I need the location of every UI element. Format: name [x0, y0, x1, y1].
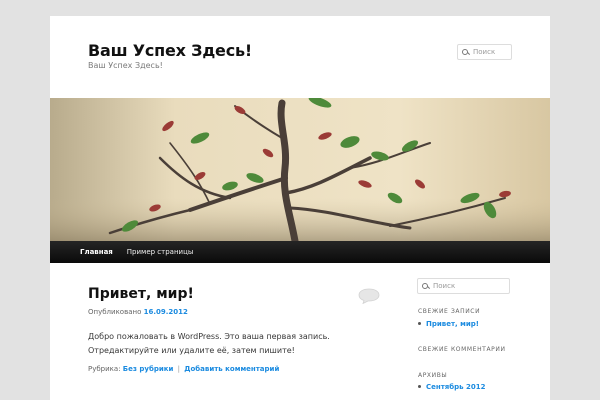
published-label: Опубликовано	[88, 308, 142, 316]
search-icon	[462, 48, 469, 56]
post-date-link[interactable]: 16.09.2012	[144, 308, 188, 316]
recent-post-label: Привет, мир!	[426, 320, 479, 328]
header-search-placeholder: Поиск	[473, 48, 496, 56]
nav-item-sample-page[interactable]: Пример страницы	[127, 248, 194, 256]
archive-link[interactable]: Сентябрь 2012	[418, 383, 486, 391]
header-search-input[interactable]: Поиск	[457, 44, 512, 60]
search-icon	[422, 282, 429, 290]
page-container: Ваш Успех Здесь! Ваш Успех Здесь! Поиск	[50, 16, 550, 400]
archive-label: Сентябрь 2012	[426, 383, 486, 391]
site-description: Ваш Успех Здесь!	[88, 61, 163, 70]
post-content: Добро пожаловать в WordPress. Это ваша п…	[88, 332, 330, 355]
bonsai-image	[50, 98, 550, 241]
bullet-icon	[418, 321, 421, 325]
archives-title: АРХИВЫ	[418, 372, 448, 379]
footer-separator: |	[177, 365, 181, 373]
post-meta: Опубликовано 16.09.2012	[88, 308, 188, 316]
sidebar-search-placeholder: Поиск	[433, 282, 456, 290]
main-nav: Главная Пример страницы	[50, 241, 550, 263]
header-banner-image[interactable]	[50, 98, 550, 241]
category-link[interactable]: Без рубрики	[123, 365, 174, 373]
site-title[interactable]: Ваш Успех Здесь!	[88, 41, 252, 60]
add-comment-link[interactable]: Добавить комментарий	[184, 365, 279, 373]
rubric-label: Рубрика:	[88, 365, 121, 373]
speech-bubble-icon[interactable]	[358, 288, 380, 304]
recent-comments-title: СВЕЖИЕ КОММЕНТАРИИ	[418, 346, 506, 353]
sidebar-search-input[interactable]: Поиск	[417, 278, 510, 294]
recent-posts-title: СВЕЖИЕ ЗАПИСИ	[418, 308, 481, 315]
post-title[interactable]: Привет, мир!	[88, 286, 194, 302]
bullet-icon	[418, 384, 421, 388]
recent-post-link[interactable]: Привет, мир!	[418, 320, 479, 328]
post-footer: Рубрика: Без рубрики | Добавить коммента…	[88, 365, 279, 373]
nav-item-home[interactable]: Главная	[80, 248, 113, 256]
